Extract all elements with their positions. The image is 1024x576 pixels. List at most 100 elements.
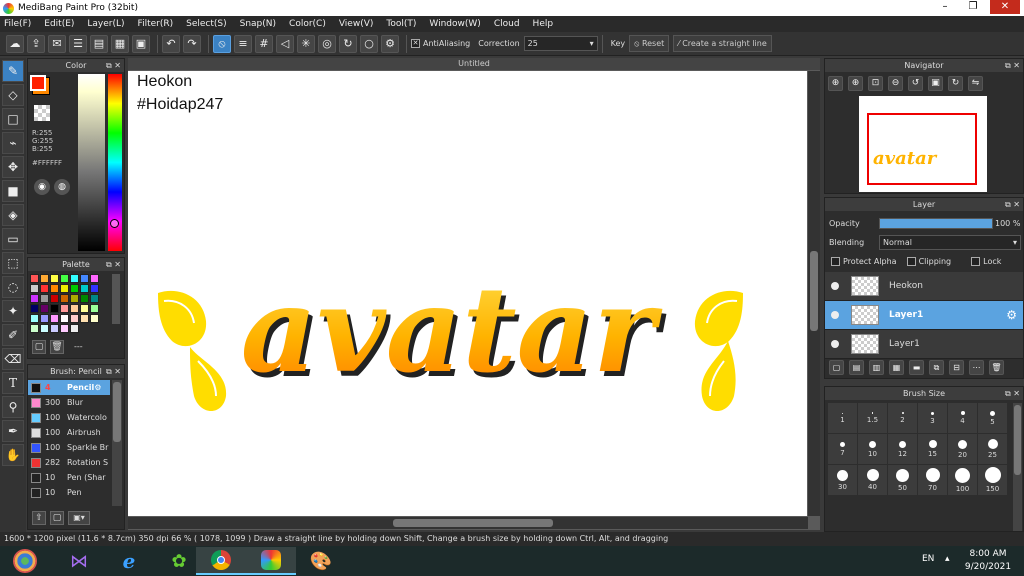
palette-swatch[interactable]	[80, 314, 89, 323]
flip-icon[interactable]: ⇋	[968, 76, 983, 91]
palette-scrollbar[interactable]	[112, 274, 120, 324]
palette-swatch[interactable]	[80, 304, 89, 313]
comment-icon[interactable]: ✉	[48, 34, 66, 53]
palette-swatch[interactable]	[40, 274, 49, 283]
fill-rect-tool-icon[interactable]: ■	[2, 180, 24, 202]
panel-close-icon[interactable]: ⧉ ✕	[106, 365, 121, 378]
primary-color-swatch[interactable]	[30, 75, 46, 91]
menu-help[interactable]: Help	[533, 19, 554, 29]
brush-item[interactable]: 4 Pencil ⚙	[28, 380, 110, 395]
palette-swatch[interactable]	[60, 314, 69, 323]
eraser-tool-icon[interactable]: ◇	[2, 84, 24, 106]
cross-snap-icon[interactable]: #	[255, 34, 273, 53]
fit-window-icon[interactable]: ⊡	[868, 76, 883, 91]
palette-swatch[interactable]	[30, 294, 39, 303]
duplicate-layer-icon[interactable]: ⧉	[929, 360, 944, 375]
undo-icon[interactable]: ↶	[162, 34, 180, 53]
snap-off-icon[interactable]: ⦸	[213, 34, 231, 53]
palette-swatch[interactable]	[60, 304, 69, 313]
brush-size-cell[interactable]: 2	[888, 403, 917, 433]
new-8bit-layer-icon[interactable]: ▥	[869, 360, 884, 375]
brush-item[interactable]: 100 Airbrush	[28, 425, 110, 440]
brush-size-cell[interactable]: 25	[978, 434, 1007, 464]
tray-arrow-icon[interactable]: ▴	[945, 554, 950, 564]
taskbar-medibang[interactable]	[246, 547, 296, 575]
merge-down-icon[interactable]: ⊟	[949, 360, 964, 375]
brush-scroll-thumb[interactable]	[113, 382, 121, 442]
menu-file[interactable]: File(F)	[4, 19, 31, 29]
menu-cloud[interactable]: Cloud	[494, 19, 520, 29]
settings-gear-icon[interactable]: ⚙	[381, 34, 399, 53]
brush-size-cell[interactable]: 100	[948, 465, 977, 495]
menu-color[interactable]: Color(C)	[289, 19, 326, 29]
brush-item[interactable]: 100 Watercolo	[28, 410, 110, 425]
panel-close-icon[interactable]: ⧉ ✕	[1005, 198, 1020, 211]
curve-snap-icon[interactable]: ↻	[339, 34, 357, 53]
language-indicator[interactable]: EN	[922, 554, 934, 564]
circle-snap-icon[interactable]: ○	[360, 34, 378, 53]
palette-swatch[interactable]	[70, 284, 79, 293]
vanishing-point-icon[interactable]: ◁	[276, 34, 294, 53]
add-brush-icon[interactable]: ⇧	[32, 511, 46, 525]
taskbar-visual-studio[interactable]: ⋈	[54, 547, 104, 575]
brush-size-cell[interactable]: 4	[948, 403, 977, 433]
new-1bit-layer-icon[interactable]: ▦	[889, 360, 904, 375]
canvas-paper[interactable]: Heokon #Hoidap247 avatar avatar	[128, 71, 807, 516]
select-rect-tool-icon[interactable]: ⬚	[2, 252, 24, 274]
brush-size-cell[interactable]: 50	[888, 465, 917, 495]
taskbar-chrome[interactable]	[196, 547, 246, 575]
palette-swatch[interactable]	[30, 304, 39, 313]
brush-size-cell[interactable]: 15	[918, 434, 947, 464]
brush-size-cell[interactable]: 5	[978, 403, 1007, 433]
palette-swatch[interactable]	[90, 274, 99, 283]
select-pen-tool-icon[interactable]: ✐	[2, 324, 24, 346]
layer-row[interactable]: Layer1 ⚙	[825, 301, 1023, 330]
correction-select[interactable]: 25 ▾	[523, 36, 598, 51]
menu-snap[interactable]: Snap(N)	[240, 19, 276, 29]
brush-menu-icon[interactable]: ▣▾	[68, 511, 90, 525]
layer-visibility-icon[interactable]	[831, 282, 839, 290]
navigator-preview[interactable]: avatar	[859, 96, 987, 192]
palette-swatch[interactable]	[70, 314, 79, 323]
rotate-right-icon[interactable]: ↻	[948, 76, 963, 91]
palette-swatch[interactable]	[30, 324, 39, 333]
palette-swatch[interactable]	[50, 324, 59, 333]
palette-swatch[interactable]	[30, 284, 39, 293]
bucket-tool-icon[interactable]: ◈	[2, 204, 24, 226]
palette-swatch[interactable]	[40, 314, 49, 323]
brush-size-cell[interactable]: 12	[888, 434, 917, 464]
layer-visibility-icon[interactable]	[831, 311, 839, 319]
radial-snap-icon[interactable]: ✳	[297, 34, 315, 53]
taskbar-paint[interactable]: 🎨	[296, 547, 346, 575]
menu-filter[interactable]: Filter(R)	[138, 19, 174, 29]
lock-checkbox[interactable]	[971, 257, 981, 266]
magic-wand-tool-icon[interactable]: ✦	[2, 300, 24, 322]
palette-swatch[interactable]	[60, 324, 69, 333]
brush-item[interactable]: 100 Sparkle Br	[28, 440, 110, 455]
menu-view[interactable]: View(V)	[339, 19, 374, 29]
brush-tool-icon[interactable]: ✎	[2, 60, 24, 82]
share-icon[interactable]: ⇪	[27, 34, 45, 53]
brush-item[interactable]: 10 Pen	[28, 485, 110, 500]
select-eraser-tool-icon[interactable]: ⌫	[2, 348, 24, 370]
palette-swatch[interactable]	[40, 324, 49, 333]
zoom-in-icon[interactable]: ⊕	[828, 76, 843, 91]
concentric-snap-icon[interactable]: ◎	[318, 34, 336, 53]
brush-size-cell[interactable]: 20	[948, 434, 977, 464]
palette-swatch[interactable]	[50, 314, 59, 323]
palette-swatch[interactable]	[40, 294, 49, 303]
text-tool-icon[interactable]: T	[2, 372, 24, 394]
close-button[interactable]: ✕	[990, 0, 1020, 14]
actual-size-icon[interactable]: ▣	[928, 76, 943, 91]
start-button[interactable]	[0, 547, 50, 575]
brush-size-scrollbar[interactable]	[1013, 403, 1022, 531]
panel-close-icon[interactable]: ⧉ ✕	[106, 59, 121, 72]
rectangle-tool-icon[interactable]: □	[2, 108, 24, 130]
palette-swatch[interactable]	[60, 284, 69, 293]
brush-item[interactable]: 282 Rotation S	[28, 455, 110, 470]
new-halftone-layer-icon[interactable]: ▤	[849, 360, 864, 375]
layer-settings-gear-icon[interactable]: ⚙	[1006, 308, 1017, 322]
straight-line-button[interactable]: ⁄ Create a straight line	[673, 35, 772, 52]
palette-swatch[interactable]	[70, 304, 79, 313]
palette-swatch[interactable]	[50, 274, 59, 283]
